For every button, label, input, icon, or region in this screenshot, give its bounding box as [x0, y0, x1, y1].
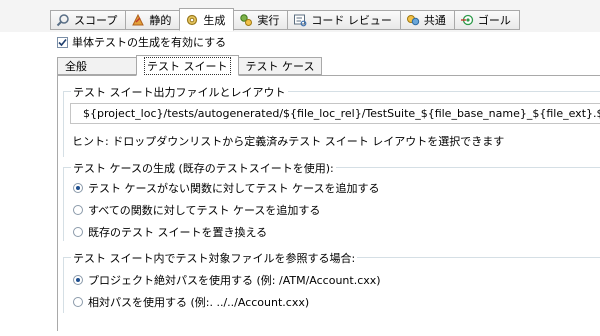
tab-generate[interactable]: 生成 [179, 8, 235, 31]
tab-common[interactable]: 共通 [399, 10, 455, 30]
group-divider-left [63, 91, 64, 157]
tab-test-suite-label: テスト スイート [144, 56, 231, 75]
enable-checkbox-label: 単体テストの生成を有効にする [72, 36, 227, 49]
radio-label: 既存のテスト スイートを置き換える [88, 226, 268, 239]
tab-general[interactable]: 全般 [57, 57, 137, 75]
reference-path-group-title: テスト スイート内でテスト対象ファイルを参照する場合: [71, 250, 358, 266]
radio-button[interactable] [73, 297, 83, 307]
goal-icon [459, 12, 475, 28]
output-path-combo[interactable]: ${project_loc}/tests/autogenerated/${fil… [70, 103, 600, 124]
tab-execute[interactable]: 実行 [233, 10, 289, 30]
tab-general-label: 全般 [65, 60, 87, 73]
radio-label: テスト ケースがない関数に対してテスト ケースを追加する [88, 182, 380, 195]
radio-label: 相対パスを使用する (例:. ../../Account.cxx) [88, 296, 310, 309]
group-divider-left [63, 167, 64, 241]
radio-add-missing-cases[interactable]: テスト ケースがない関数に対してテスト ケースを追加する [73, 180, 380, 196]
tab-static[interactable]: 静的 [125, 10, 181, 30]
code-review-icon [292, 12, 308, 28]
test-case-generation-group-title: テスト ケースの生成 (既存のテストスイートを使用): [71, 160, 336, 176]
radio-project-absolute-path[interactable]: プロジェクト絶対パスを使用する (例: /ATM/Account.cxx) [73, 272, 381, 288]
radio-button[interactable] [73, 275, 83, 285]
generate-icon [184, 12, 200, 28]
top-tabs: スコープ 静的 生成 実行 コード レビュー 共通 ゴール [50, 8, 520, 31]
sub-tabs: 全般 テスト スイート テスト ケース [57, 55, 323, 76]
radio-label: すべての関数に対してテスト ケースを追加する [88, 204, 321, 217]
radio-relative-path[interactable]: 相対パスを使用する (例:. ../../Account.cxx) [73, 294, 309, 310]
radio-add-all-functions[interactable]: すべての関数に対してテスト ケースを追加する [73, 202, 320, 218]
layout-hint-text: ヒント: ドロップダウンリストから定義済みテスト スイート レイアウトを選択でき… [72, 135, 505, 148]
tab-test-case[interactable]: テスト ケース [237, 57, 323, 75]
static-icon [130, 12, 146, 28]
common-icon [405, 12, 421, 28]
scope-icon [55, 12, 71, 28]
radio-button[interactable] [73, 205, 83, 215]
execute-icon [238, 12, 254, 28]
tab-test-case-label: テスト ケース [245, 60, 315, 73]
radio-label: プロジェクト絶対パスを使用する (例: /ATM/Account.cxx) [88, 274, 381, 287]
tab-test-suite[interactable]: テスト スイート [136, 55, 239, 76]
checkmark-icon [58, 38, 67, 46]
output-layout-group-title: テスト スイート出力ファイルとレイアウト [71, 84, 288, 100]
radio-button[interactable] [73, 227, 83, 237]
group-divider-left [63, 257, 64, 313]
tab-goal[interactable]: ゴール [453, 10, 520, 30]
radio-button[interactable] [73, 183, 83, 193]
tab-scope[interactable]: スコープ [50, 10, 127, 30]
radio-replace-suite[interactable]: 既存のテスト スイートを置き換える [73, 224, 267, 240]
enable-unit-test-generation[interactable]: 単体テストの生成を有効にする [57, 34, 226, 50]
tab-code-review[interactable]: コード レビュー [287, 10, 401, 30]
enable-checkbox[interactable] [57, 36, 68, 48]
